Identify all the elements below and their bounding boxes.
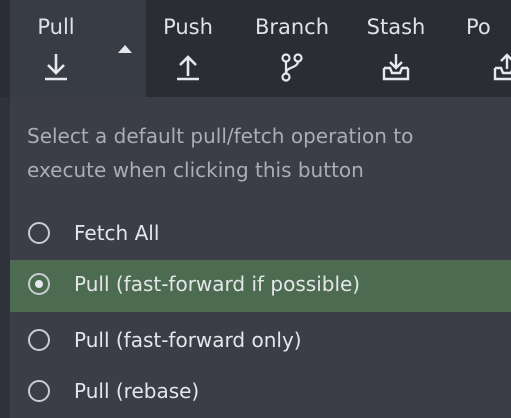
option-label: Fetch All [74, 221, 160, 245]
stash-button[interactable]: Stash [356, 0, 436, 97]
stash-tray-icon [382, 54, 410, 81]
app-root: Pull Push Branch Stash Po Select a defau… [0, 0, 511, 418]
option-label: Pull (fast-forward only) [74, 328, 302, 352]
option-label: Pull (fast-forward if possible) [74, 272, 361, 296]
option-label: Pull (rebase) [74, 379, 200, 403]
pull-options-dropdown: Select a default pull/fetch operation to… [10, 97, 511, 418]
dropdown-caret-up-icon[interactable] [118, 45, 132, 53]
option-pull-ff-if-possible[interactable]: Pull (fast-forward if possible) [10, 260, 511, 312]
toolbar: Pull Push Branch Stash Po [0, 0, 511, 97]
pop-tray-icon [493, 53, 511, 81]
dropdown-prompt: Select a default pull/fetch operation to… [27, 124, 414, 182]
option-pull-rebase[interactable]: Pull (rebase) [10, 367, 511, 418]
option-pull-ff-only[interactable]: Pull (fast-forward only) [10, 316, 511, 368]
push-label: Push [163, 15, 213, 39]
stash-label: Stash [366, 15, 426, 39]
radio-unchecked-icon[interactable] [28, 222, 50, 244]
pull-label: Pull [37, 15, 75, 39]
push-arrow-up-icon [177, 55, 199, 81]
radio-dot-icon [35, 280, 43, 288]
branch-button[interactable]: Branch [248, 0, 336, 97]
radio-unchecked-icon[interactable] [28, 329, 50, 351]
option-fetch-all[interactable]: Fetch All [10, 209, 511, 261]
branch-icon [281, 53, 303, 82]
radio-unchecked-icon[interactable] [28, 380, 50, 402]
push-button[interactable]: Push [148, 0, 228, 97]
branch-label: Branch [254, 15, 330, 39]
pull-arrow-down-icon [45, 54, 67, 81]
radio-checked-icon[interactable] [28, 273, 50, 295]
pop-button[interactable]: Po [458, 0, 511, 97]
pull-button[interactable]: Pull [10, 0, 146, 97]
pop-label: Po [466, 15, 491, 39]
